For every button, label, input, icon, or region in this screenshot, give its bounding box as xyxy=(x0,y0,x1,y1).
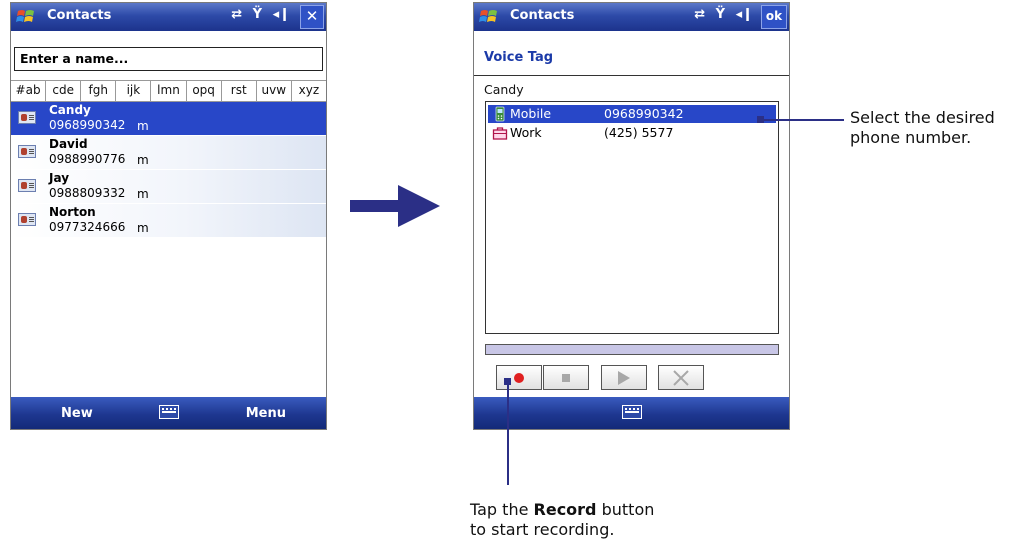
alpha-tab[interactable]: cde xyxy=(46,81,82,101)
callout-record: Tap the Record button to start recording… xyxy=(470,500,654,540)
record-button[interactable] xyxy=(496,365,542,390)
alpha-tab[interactable]: fgh xyxy=(81,81,117,101)
alphabet-tabs: #ab cde fgh ijk lmn opq rst uvw xyz xyxy=(11,80,326,102)
contact-phone: 0977324666 xyxy=(49,220,126,234)
phone-number: (425) 5577 xyxy=(604,125,674,140)
contact-phone-type: m xyxy=(137,119,149,133)
app-title: Contacts xyxy=(47,8,112,23)
play-button[interactable] xyxy=(601,365,647,390)
contact-row[interactable]: Jay 0988809332 m xyxy=(11,170,326,204)
status-icons[interactable]: ⇄ Ÿ ◂ǀ xyxy=(231,7,290,22)
contact-name: David xyxy=(49,137,88,151)
contacts-screen: Contacts ⇄ Ÿ ◂ǀ ✕ Enter a name... #ab cd… xyxy=(10,2,327,430)
callout-line-record xyxy=(507,381,509,485)
callout-bold-record: Record xyxy=(533,500,597,519)
alpha-tab[interactable]: opq xyxy=(187,81,222,101)
contact-phone-type: m xyxy=(137,187,149,201)
alpha-tab[interactable]: xyz xyxy=(292,81,326,101)
ok-button[interactable]: ok xyxy=(761,5,787,29)
phone-number-list: Mobile 0968990342 Work (425) 5577 xyxy=(485,101,779,334)
contact-phone: 0968990342 xyxy=(49,118,126,132)
contact-phone-type: m xyxy=(137,221,149,235)
alpha-tab[interactable]: lmn xyxy=(151,81,187,101)
voice-tag-header: Voice Tag xyxy=(474,32,789,76)
phone-label: Mobile xyxy=(510,106,552,121)
status-icons[interactable]: ⇄ Ÿ ◂ǀ xyxy=(694,7,753,22)
stop-icon xyxy=(562,374,570,382)
phone-number: 0968990342 xyxy=(604,106,684,121)
callout-marker-phone xyxy=(757,116,764,123)
title-bar: Contacts ⇄ Ÿ ◂ǀ ok xyxy=(474,3,789,31)
callout-select-phone: Select the desired phone number. xyxy=(850,108,995,148)
close-button[interactable]: ✕ xyxy=(300,5,324,29)
app-title: Contacts xyxy=(510,8,575,23)
softkey-bar: New Menu xyxy=(11,397,326,429)
play-icon xyxy=(618,371,630,385)
contact-card-icon xyxy=(18,179,36,192)
contact-card-icon xyxy=(18,213,36,226)
recording-progress-bar xyxy=(485,344,779,355)
work-briefcase-icon xyxy=(492,127,508,140)
alpha-tab[interactable]: uvw xyxy=(257,81,292,101)
contact-list: Candy 0968990342 m David 0988990776 m Ja… xyxy=(11,102,326,238)
delete-x-icon xyxy=(673,370,689,386)
voice-tag-screen: Contacts ⇄ Ÿ ◂ǀ ok Voice Tag Candy Mobil… xyxy=(473,2,790,430)
contact-name: Jay xyxy=(49,171,70,185)
alpha-tab[interactable]: #ab xyxy=(11,81,47,101)
alpha-tab[interactable]: ijk xyxy=(116,81,152,101)
contact-row[interactable]: Candy 0968990342 m xyxy=(11,102,326,136)
contact-card-icon xyxy=(18,111,36,124)
contact-row[interactable]: David 0988990776 m xyxy=(11,136,326,170)
contact-name: Candy xyxy=(484,82,524,97)
mobile-phone-icon xyxy=(495,106,505,122)
callout-line-phone xyxy=(760,119,844,121)
callout-record-line-1: Tap the Record button xyxy=(470,500,654,520)
alpha-tab[interactable]: rst xyxy=(222,81,257,101)
contact-name: Norton xyxy=(49,205,96,219)
page-title: Voice Tag xyxy=(484,50,554,65)
stop-button[interactable] xyxy=(543,365,589,390)
callout-line-1: Select the desired xyxy=(850,108,995,127)
contact-row[interactable]: Norton 0977324666 m xyxy=(11,204,326,238)
keyboard-icon[interactable] xyxy=(621,405,642,419)
title-bar: Contacts ⇄ Ÿ ◂ǀ ✕ xyxy=(11,3,326,31)
windows-start-icon[interactable] xyxy=(16,7,36,27)
contact-card-icon xyxy=(18,145,36,158)
name-search-input[interactable]: Enter a name... xyxy=(14,47,323,71)
keyboard-icon[interactable] xyxy=(158,405,179,419)
delete-button[interactable] xyxy=(658,365,704,390)
callout-line-2: phone number. xyxy=(850,128,972,147)
right-arrow-icon xyxy=(350,185,440,227)
contact-phone: 0988809332 xyxy=(49,186,126,200)
softkey-bar xyxy=(474,397,789,429)
callout-marker-record xyxy=(504,378,511,385)
contact-phone-type: m xyxy=(137,153,149,167)
callout-record-line-2: to start recording. xyxy=(470,520,615,539)
phone-row-mobile[interactable]: Mobile 0968990342 xyxy=(488,105,776,123)
menu-softkey[interactable]: Menu xyxy=(246,406,286,421)
contact-phone: 0988990776 xyxy=(49,152,126,166)
callout-text: Tap the xyxy=(470,500,534,519)
new-softkey[interactable]: New xyxy=(61,406,93,421)
windows-start-icon[interactable] xyxy=(479,7,499,27)
phone-row-work[interactable]: Work (425) 5577 xyxy=(488,124,776,142)
callout-text: button xyxy=(596,500,655,519)
phone-label: Work xyxy=(510,125,542,140)
contact-name: Candy xyxy=(49,103,91,117)
